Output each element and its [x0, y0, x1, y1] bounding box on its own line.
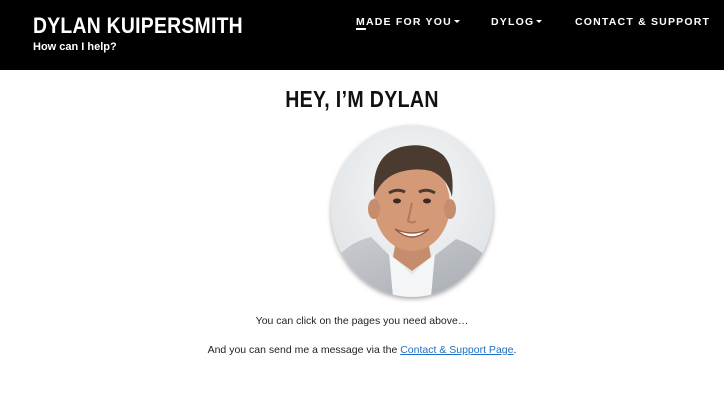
brand: DYLAN KUIPERSMITH How can I help?	[33, 12, 272, 54]
main-content: HEY, I’M DYLAN You can click on the page…	[0, 70, 724, 418]
chevron-down-icon	[453, 19, 460, 23]
nav-item-dylog[interactable]: DYLOG	[491, 15, 543, 29]
nav-item-contact-support[interactable]: CONTACT & SUPPORT	[575, 15, 710, 29]
portrait-image	[331, 125, 493, 297]
chevron-down-icon	[536, 19, 543, 23]
intro-text: You can click on the pages you need abov…	[255, 315, 469, 327]
contact-text-prefix: And you can send me a message via the	[207, 344, 401, 356]
nav-item-label: DYLOG	[491, 16, 535, 28]
page-title: HEY, I’M DYLAN	[285, 86, 439, 112]
contact-support-link[interactable]: Contact & Support Page	[400, 344, 513, 356]
site-tagline: How can I help?	[33, 41, 117, 53]
nav-item-label: ADE FOR YOU	[365, 16, 452, 28]
site-header: DYLAN KUIPERSMITH How can I help? MADE F…	[0, 0, 724, 70]
nav-item-label: CONTACT & SUPPORT	[575, 16, 711, 28]
nav-item-made-for-you[interactable]: MADE FOR YOU	[356, 15, 460, 29]
avatar	[331, 125, 493, 297]
site-title-link[interactable]: DYLAN KUIPERSMITH	[33, 12, 243, 40]
nav-item-label-first: M	[356, 16, 366, 28]
contact-text-suffix: .	[513, 344, 517, 356]
contact-text: And you can send me a message via the Co…	[0, 344, 724, 356]
